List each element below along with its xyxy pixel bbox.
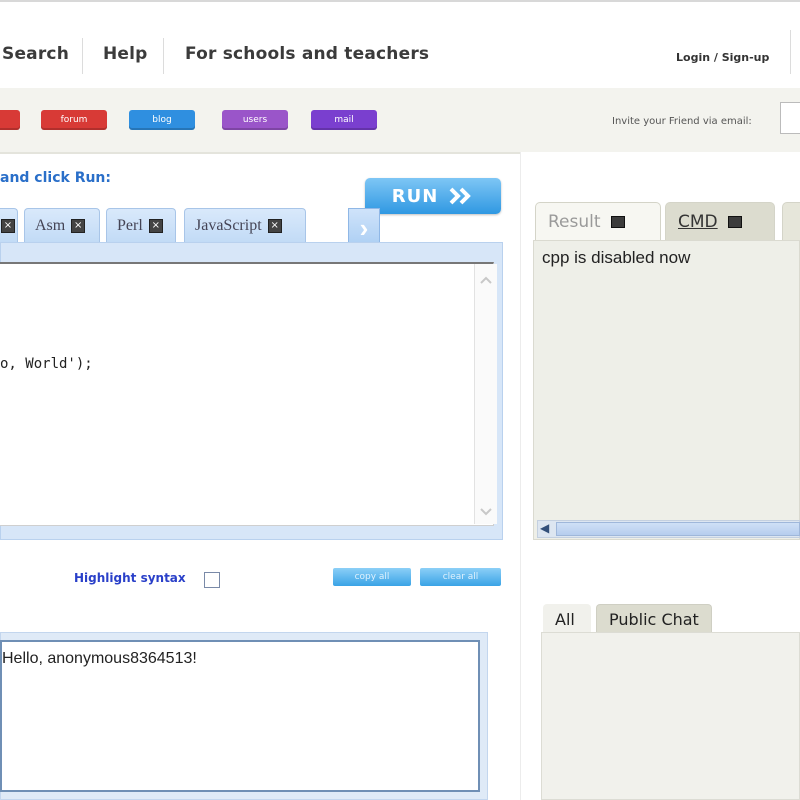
window-icon xyxy=(727,215,742,228)
double-chevron-icon xyxy=(449,187,472,205)
nav-separator xyxy=(163,38,164,74)
window-icon xyxy=(610,215,625,228)
result-text: cpp is disabled now xyxy=(542,248,691,267)
tab-label: CMD xyxy=(678,211,718,232)
instruction-text: and click Run: xyxy=(0,170,112,186)
output-text: Hello, anonymous8364513! xyxy=(2,650,197,667)
tab-label: Public Chat xyxy=(609,610,699,629)
scroll-left-icon[interactable]: ◀ xyxy=(540,521,549,535)
tab-all[interactable]: All xyxy=(543,604,591,634)
tab-label: Perl xyxy=(117,216,143,234)
copy-all-button[interactable]: copy all xyxy=(333,568,411,586)
result-box xyxy=(533,240,800,540)
mail-button[interactable]: mail xyxy=(311,110,377,130)
blog-button[interactable]: blog xyxy=(129,110,195,130)
tab-label: Result xyxy=(548,211,601,232)
login-link[interactable]: Login / Sign-up xyxy=(676,51,769,64)
forum-button[interactable]: forum xyxy=(41,110,107,130)
close-icon[interactable]: × xyxy=(1,218,15,233)
highlight-syntax-checkbox[interactable] xyxy=(204,572,220,588)
tab-result[interactable]: Result xyxy=(535,202,661,240)
scroll-down-icon[interactable] xyxy=(475,502,497,522)
nav-separator xyxy=(790,30,791,74)
tab-language-partial[interactable]: × xyxy=(0,208,18,242)
highlight-syntax-label: Highlight syntax xyxy=(74,571,186,585)
nav-link-schools[interactable]: For schools and teachers xyxy=(185,44,429,64)
close-icon[interactable]: × xyxy=(267,218,282,233)
tab-perl[interactable]: Perl × xyxy=(106,208,176,242)
users-button[interactable]: users xyxy=(222,110,288,130)
tab-asm[interactable]: Asm × xyxy=(24,208,100,242)
scroll-up-icon[interactable] xyxy=(475,270,497,290)
invite-label: Invite your Friend via email: xyxy=(612,116,752,127)
clear-all-button[interactable]: clear all xyxy=(420,568,501,586)
tab-partial[interactable] xyxy=(782,202,800,240)
tab-label: All xyxy=(555,609,575,629)
code-line: o, World'); xyxy=(0,356,93,372)
close-icon[interactable]: × xyxy=(71,218,86,233)
tab-label: JavaScript xyxy=(195,216,262,234)
editor-scrollbar[interactable] xyxy=(474,264,497,524)
tab-cmd[interactable]: CMD xyxy=(665,202,775,240)
code-editor[interactable] xyxy=(0,262,494,526)
nav-link-search[interactable]: Search xyxy=(2,44,69,64)
run-button[interactable]: RUN xyxy=(365,178,501,214)
tab-javascript[interactable]: JavaScript × xyxy=(184,208,306,242)
run-label: RUN xyxy=(391,185,439,207)
chat-box[interactable] xyxy=(541,632,800,800)
tab-public-chat[interactable]: Public Chat xyxy=(596,604,712,634)
invite-email-input[interactable] xyxy=(780,102,800,134)
nav-separator xyxy=(82,38,83,74)
toolbar-pill-red[interactable] xyxy=(0,110,20,130)
close-icon[interactable]: × xyxy=(148,218,163,233)
scrollbar-thumb[interactable] xyxy=(556,522,800,536)
tab-label: Asm xyxy=(35,216,66,234)
nav-link-help[interactable]: Help xyxy=(103,44,148,64)
